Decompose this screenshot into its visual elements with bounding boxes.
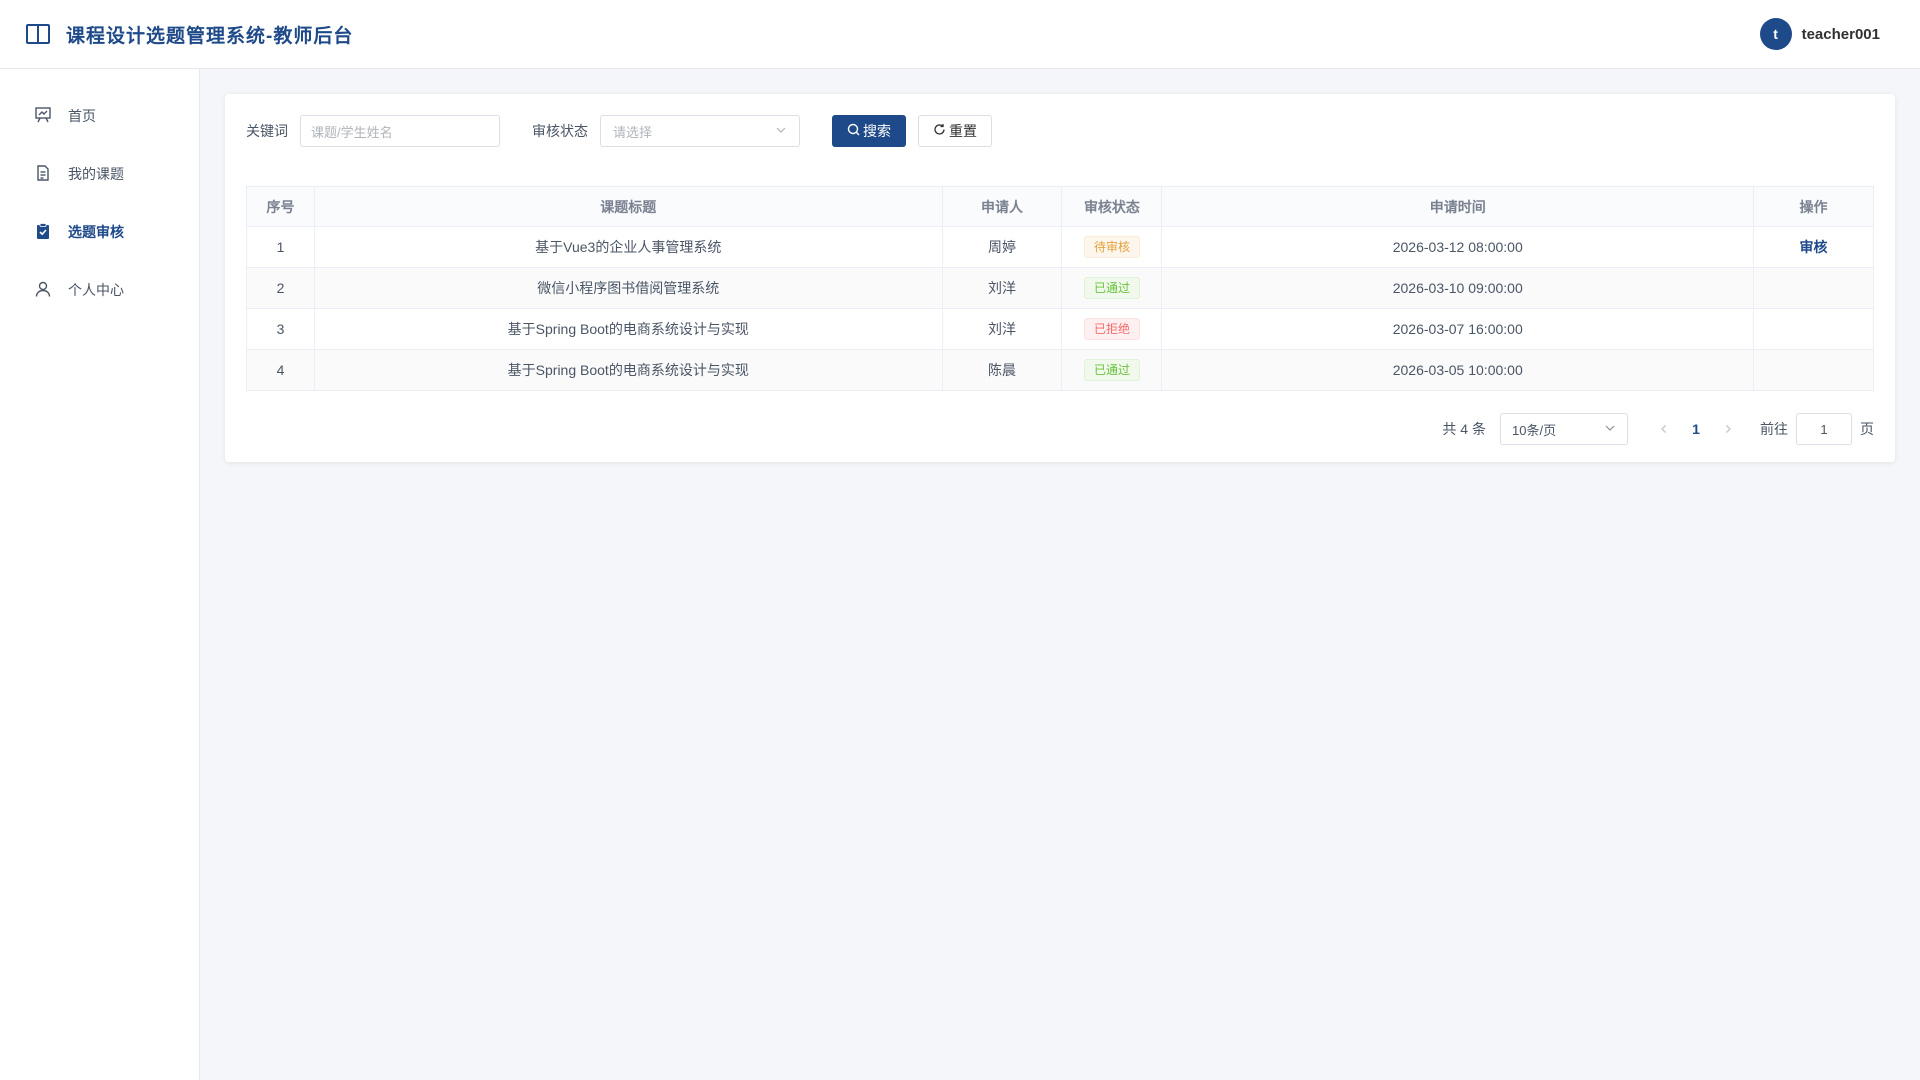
cell-time: 2026-03-05 10:00:00	[1161, 349, 1755, 391]
cell-action	[1753, 349, 1874, 391]
username[interactable]: teacher001	[1802, 26, 1880, 43]
status-badge: 已通过	[1083, 277, 1140, 299]
cell-title: 微信小程序图书借阅管理系统	[313, 267, 943, 309]
cell-status: 已通过	[1061, 349, 1163, 391]
status-badge: 待审核	[1083, 236, 1140, 258]
app-header: 课程设计选题管理系统-教师后台 t teacher001	[0, 0, 1920, 69]
column-header-title: 课题标题	[313, 186, 943, 227]
cell-index: 2	[246, 267, 315, 309]
page-jumper: 前往 1 页	[1760, 413, 1874, 445]
next-page-button[interactable]	[1712, 424, 1744, 434]
chevron-down-icon	[1604, 422, 1616, 437]
prev-page-button[interactable]	[1648, 424, 1680, 434]
status-label: 审核状态	[532, 123, 588, 139]
column-header-time: 申请时间	[1161, 186, 1755, 227]
cell-status: 已拒绝	[1061, 308, 1163, 350]
open-book-icon	[25, 21, 51, 47]
brand: 课程设计选题管理系统-教师后台	[25, 21, 353, 48]
search-button[interactable]: 搜索	[832, 115, 906, 147]
sidebar-item-label: 个人中心	[68, 282, 124, 298]
filter-bar: 关键词 课题/学生姓名 审核状态 请选择 搜索 重置	[246, 115, 1874, 147]
sidebar-item-label: 选题审核	[68, 224, 124, 240]
keyword-input[interactable]: 课题/学生姓名	[300, 115, 500, 147]
keyword-label: 关键词	[246, 123, 288, 139]
sidebar-item-home[interactable]: 首页	[0, 87, 199, 145]
reset-button-label: 重置	[949, 123, 977, 139]
sidebar: 首页 我的课题 选题审核 个人中心	[0, 69, 200, 1080]
table-row: 3 基于Spring Boot的电商系统设计与实现 刘洋 已拒绝 2026-03…	[246, 308, 1874, 350]
app-title: 课程设计选题管理系统-教师后台	[66, 25, 354, 47]
cell-applicant: 周婷	[941, 226, 1063, 268]
goto-label: 前往	[1760, 421, 1788, 437]
document-icon	[34, 164, 52, 185]
cell-index: 3	[246, 308, 315, 350]
chart-board-icon	[34, 106, 52, 127]
avatar[interactable]: t	[1759, 18, 1792, 50]
page-size-value: 10条/页	[1512, 422, 1557, 438]
status-badge: 已通过	[1083, 359, 1140, 381]
cell-status: 已通过	[1061, 267, 1163, 309]
page-unit-label: 页	[1860, 421, 1874, 437]
cell-time: 2026-03-12 08:00:00	[1161, 226, 1755, 268]
sidebar-item-topic-review[interactable]: 选题审核	[0, 203, 199, 261]
cell-title: 基于Spring Boot的电商系统设计与实现	[313, 308, 943, 350]
table-header-row: 序号 课题标题 申请人 审核状态 申请时间 操作	[246, 186, 1874, 227]
status-select[interactable]: 请选择	[600, 115, 800, 147]
column-header-applicant: 申请人	[941, 186, 1063, 227]
column-header-status: 审核状态	[1061, 186, 1163, 227]
table-row: 1 基于Vue3的企业人事管理系统 周婷 待审核 2026-03-12 08:0…	[246, 226, 1874, 268]
user-icon	[34, 280, 52, 301]
sidebar-item-label: 我的课题	[68, 166, 124, 182]
clipboard-check-icon	[34, 222, 52, 243]
review-action-link[interactable]: 审核	[1800, 239, 1828, 255]
cell-title: 基于Vue3的企业人事管理系统	[313, 226, 943, 268]
keyword-placeholder: 课题/学生姓名	[311, 124, 393, 140]
chevron-right-icon	[1726, 425, 1731, 433]
cell-index: 4	[246, 349, 315, 391]
cell-applicant: 陈晨	[941, 349, 1063, 391]
refresh-icon	[933, 123, 946, 139]
chevron-left-icon	[1661, 425, 1666, 433]
cell-action	[1753, 267, 1874, 309]
status-badge: 已拒绝	[1083, 318, 1140, 340]
sidebar-item-label: 首页	[68, 108, 96, 124]
goto-page-value: 1	[1820, 421, 1828, 437]
search-icon	[847, 123, 860, 139]
cell-action	[1753, 308, 1874, 350]
chevron-down-icon	[775, 124, 787, 139]
cell-index: 1	[246, 226, 315, 268]
page-number-current[interactable]: 1	[1680, 421, 1712, 437]
page-size-select[interactable]: 10条/页	[1500, 413, 1628, 445]
cell-status: 待审核	[1061, 226, 1163, 268]
cell-applicant: 刘洋	[941, 308, 1063, 350]
table-row: 2 微信小程序图书借阅管理系统 刘洋 已通过 2026-03-10 09:00:…	[246, 267, 1874, 309]
sidebar-item-profile[interactable]: 个人中心	[0, 261, 199, 319]
search-button-label: 搜索	[863, 123, 891, 139]
goto-page-input[interactable]: 1	[1796, 413, 1852, 445]
review-table: 序号 课题标题 申请人 审核状态 申请时间 操作 1 基于Vue3的企业人事管理…	[246, 186, 1874, 391]
pagination: 共 4 条 10条/页 1 前往 1 页	[246, 413, 1874, 445]
reset-button[interactable]: 重置	[918, 115, 992, 147]
cell-time: 2026-03-07 16:00:00	[1161, 308, 1755, 350]
cell-action: 审核	[1753, 226, 1874, 268]
column-header-index: 序号	[246, 186, 315, 227]
cell-time: 2026-03-10 09:00:00	[1161, 267, 1755, 309]
sidebar-item-my-topics[interactable]: 我的课题	[0, 145, 199, 203]
table-row: 4 基于Spring Boot的电商系统设计与实现 陈晨 已通过 2026-03…	[246, 349, 1874, 391]
column-header-action: 操作	[1753, 186, 1874, 227]
cell-title: 基于Spring Boot的电商系统设计与实现	[313, 349, 943, 391]
status-placeholder: 请选择	[613, 124, 653, 140]
user-menu[interactable]: t teacher001	[1759, 18, 1880, 50]
pagination-total: 共 4 条	[1442, 421, 1486, 437]
review-card: 关键词 课题/学生姓名 审核状态 请选择 搜索 重置 序号 课题标题 申请人 审…	[225, 94, 1895, 462]
cell-applicant: 刘洋	[941, 267, 1063, 309]
